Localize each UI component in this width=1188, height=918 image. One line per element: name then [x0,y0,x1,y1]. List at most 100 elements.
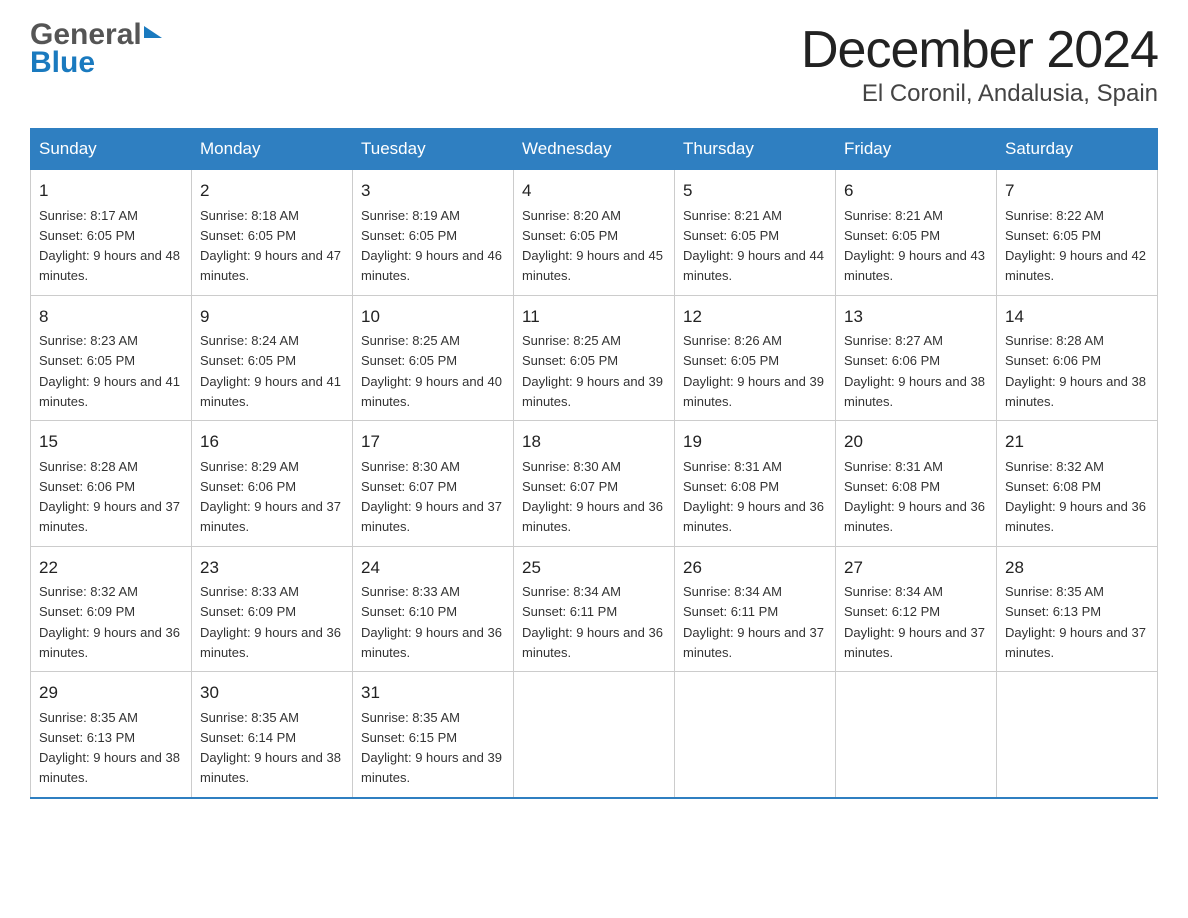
day-number: 3 [361,178,505,204]
day-info: Sunrise: 8:34 AMSunset: 6:11 PMDaylight:… [683,584,824,660]
table-row: 7 Sunrise: 8:22 AMSunset: 6:05 PMDayligh… [997,170,1158,296]
table-row: 20 Sunrise: 8:31 AMSunset: 6:08 PMDaylig… [836,421,997,547]
day-info: Sunrise: 8:33 AMSunset: 6:09 PMDaylight:… [200,584,341,660]
calendar-week-row: 22 Sunrise: 8:32 AMSunset: 6:09 PMDaylig… [31,546,1158,672]
col-saturday: Saturday [997,129,1158,170]
day-number: 29 [39,680,183,706]
table-row: 22 Sunrise: 8:32 AMSunset: 6:09 PMDaylig… [31,546,192,672]
day-info: Sunrise: 8:31 AMSunset: 6:08 PMDaylight:… [844,459,985,535]
col-tuesday: Tuesday [353,129,514,170]
table-row: 2 Sunrise: 8:18 AMSunset: 6:05 PMDayligh… [192,170,353,296]
table-row: 18 Sunrise: 8:30 AMSunset: 6:07 PMDaylig… [514,421,675,547]
day-info: Sunrise: 8:29 AMSunset: 6:06 PMDaylight:… [200,459,341,535]
table-row: 17 Sunrise: 8:30 AMSunset: 6:07 PMDaylig… [353,421,514,547]
day-number: 27 [844,555,988,581]
day-number: 6 [844,178,988,204]
day-number: 28 [1005,555,1149,581]
day-info: Sunrise: 8:21 AMSunset: 6:05 PMDaylight:… [844,208,985,284]
day-info: Sunrise: 8:28 AMSunset: 6:06 PMDaylight:… [39,459,180,535]
day-info: Sunrise: 8:21 AMSunset: 6:05 PMDaylight:… [683,208,824,284]
day-number: 4 [522,178,666,204]
day-info: Sunrise: 8:35 AMSunset: 6:13 PMDaylight:… [39,710,180,786]
day-number: 10 [361,304,505,330]
day-info: Sunrise: 8:33 AMSunset: 6:10 PMDaylight:… [361,584,502,660]
day-info: Sunrise: 8:30 AMSunset: 6:07 PMDaylight:… [361,459,502,535]
day-info: Sunrise: 8:27 AMSunset: 6:06 PMDaylight:… [844,333,985,409]
col-thursday: Thursday [675,129,836,170]
day-info: Sunrise: 8:34 AMSunset: 6:11 PMDaylight:… [522,584,663,660]
day-number: 8 [39,304,183,330]
day-number: 22 [39,555,183,581]
table-row: 15 Sunrise: 8:28 AMSunset: 6:06 PMDaylig… [31,421,192,547]
day-number: 31 [361,680,505,706]
col-wednesday: Wednesday [514,129,675,170]
table-row: 11 Sunrise: 8:25 AMSunset: 6:05 PMDaylig… [514,295,675,421]
table-row: 13 Sunrise: 8:27 AMSunset: 6:06 PMDaylig… [836,295,997,421]
day-number: 5 [683,178,827,204]
col-sunday: Sunday [31,129,192,170]
day-number: 25 [522,555,666,581]
day-number: 20 [844,429,988,455]
table-row: 23 Sunrise: 8:33 AMSunset: 6:09 PMDaylig… [192,546,353,672]
calendar-week-row: 29 Sunrise: 8:35 AMSunset: 6:13 PMDaylig… [31,672,1158,798]
day-number: 17 [361,429,505,455]
day-number: 21 [1005,429,1149,455]
col-friday: Friday [836,129,997,170]
day-info: Sunrise: 8:20 AMSunset: 6:05 PMDaylight:… [522,208,663,284]
table-row: 29 Sunrise: 8:35 AMSunset: 6:13 PMDaylig… [31,672,192,798]
day-number: 23 [200,555,344,581]
table-row [997,672,1158,798]
logo-arrow-icon [144,26,162,38]
col-monday: Monday [192,129,353,170]
logo: General Blue [30,20,162,80]
logo-blue-text: Blue [30,46,95,80]
day-number: 9 [200,304,344,330]
table-row: 5 Sunrise: 8:21 AMSunset: 6:05 PMDayligh… [675,170,836,296]
day-info: Sunrise: 8:24 AMSunset: 6:05 PMDaylight:… [200,333,341,409]
title-block: December 2024 El Coronil, Andalusia, Spa… [801,20,1158,108]
table-row: 28 Sunrise: 8:35 AMSunset: 6:13 PMDaylig… [997,546,1158,672]
day-info: Sunrise: 8:35 AMSunset: 6:14 PMDaylight:… [200,710,341,786]
calendar-week-row: 1 Sunrise: 8:17 AMSunset: 6:05 PMDayligh… [31,170,1158,296]
day-info: Sunrise: 8:28 AMSunset: 6:06 PMDaylight:… [1005,333,1146,409]
day-number: 13 [844,304,988,330]
day-info: Sunrise: 8:30 AMSunset: 6:07 PMDaylight:… [522,459,663,535]
calendar-week-row: 8 Sunrise: 8:23 AMSunset: 6:05 PMDayligh… [31,295,1158,421]
calendar-week-row: 15 Sunrise: 8:28 AMSunset: 6:06 PMDaylig… [31,421,1158,547]
table-row: 14 Sunrise: 8:28 AMSunset: 6:06 PMDaylig… [997,295,1158,421]
table-row: 4 Sunrise: 8:20 AMSunset: 6:05 PMDayligh… [514,170,675,296]
table-row: 6 Sunrise: 8:21 AMSunset: 6:05 PMDayligh… [836,170,997,296]
calendar-table: Sunday Monday Tuesday Wednesday Thursday… [30,128,1158,799]
day-number: 24 [361,555,505,581]
table-row [675,672,836,798]
day-number: 7 [1005,178,1149,204]
day-info: Sunrise: 8:34 AMSunset: 6:12 PMDaylight:… [844,584,985,660]
day-info: Sunrise: 8:25 AMSunset: 6:05 PMDaylight:… [361,333,502,409]
table-row: 3 Sunrise: 8:19 AMSunset: 6:05 PMDayligh… [353,170,514,296]
day-info: Sunrise: 8:19 AMSunset: 6:05 PMDaylight:… [361,208,502,284]
location-title: El Coronil, Andalusia, Spain [801,80,1158,108]
table-row [836,672,997,798]
month-title: December 2024 [801,20,1158,80]
day-number: 1 [39,178,183,204]
day-info: Sunrise: 8:23 AMSunset: 6:05 PMDaylight:… [39,333,180,409]
day-info: Sunrise: 8:35 AMSunset: 6:13 PMDaylight:… [1005,584,1146,660]
table-row: 24 Sunrise: 8:33 AMSunset: 6:10 PMDaylig… [353,546,514,672]
page-header: General Blue December 2024 El Coronil, A… [30,20,1158,108]
day-info: Sunrise: 8:18 AMSunset: 6:05 PMDaylight:… [200,208,341,284]
table-row: 27 Sunrise: 8:34 AMSunset: 6:12 PMDaylig… [836,546,997,672]
table-row: 8 Sunrise: 8:23 AMSunset: 6:05 PMDayligh… [31,295,192,421]
table-row: 30 Sunrise: 8:35 AMSunset: 6:14 PMDaylig… [192,672,353,798]
table-row: 9 Sunrise: 8:24 AMSunset: 6:05 PMDayligh… [192,295,353,421]
table-row: 12 Sunrise: 8:26 AMSunset: 6:05 PMDaylig… [675,295,836,421]
day-number: 11 [522,304,666,330]
day-info: Sunrise: 8:22 AMSunset: 6:05 PMDaylight:… [1005,208,1146,284]
table-row: 26 Sunrise: 8:34 AMSunset: 6:11 PMDaylig… [675,546,836,672]
table-row: 21 Sunrise: 8:32 AMSunset: 6:08 PMDaylig… [997,421,1158,547]
day-number: 2 [200,178,344,204]
day-number: 19 [683,429,827,455]
day-info: Sunrise: 8:35 AMSunset: 6:15 PMDaylight:… [361,710,502,786]
day-info: Sunrise: 8:26 AMSunset: 6:05 PMDaylight:… [683,333,824,409]
table-row: 10 Sunrise: 8:25 AMSunset: 6:05 PMDaylig… [353,295,514,421]
day-info: Sunrise: 8:17 AMSunset: 6:05 PMDaylight:… [39,208,180,284]
